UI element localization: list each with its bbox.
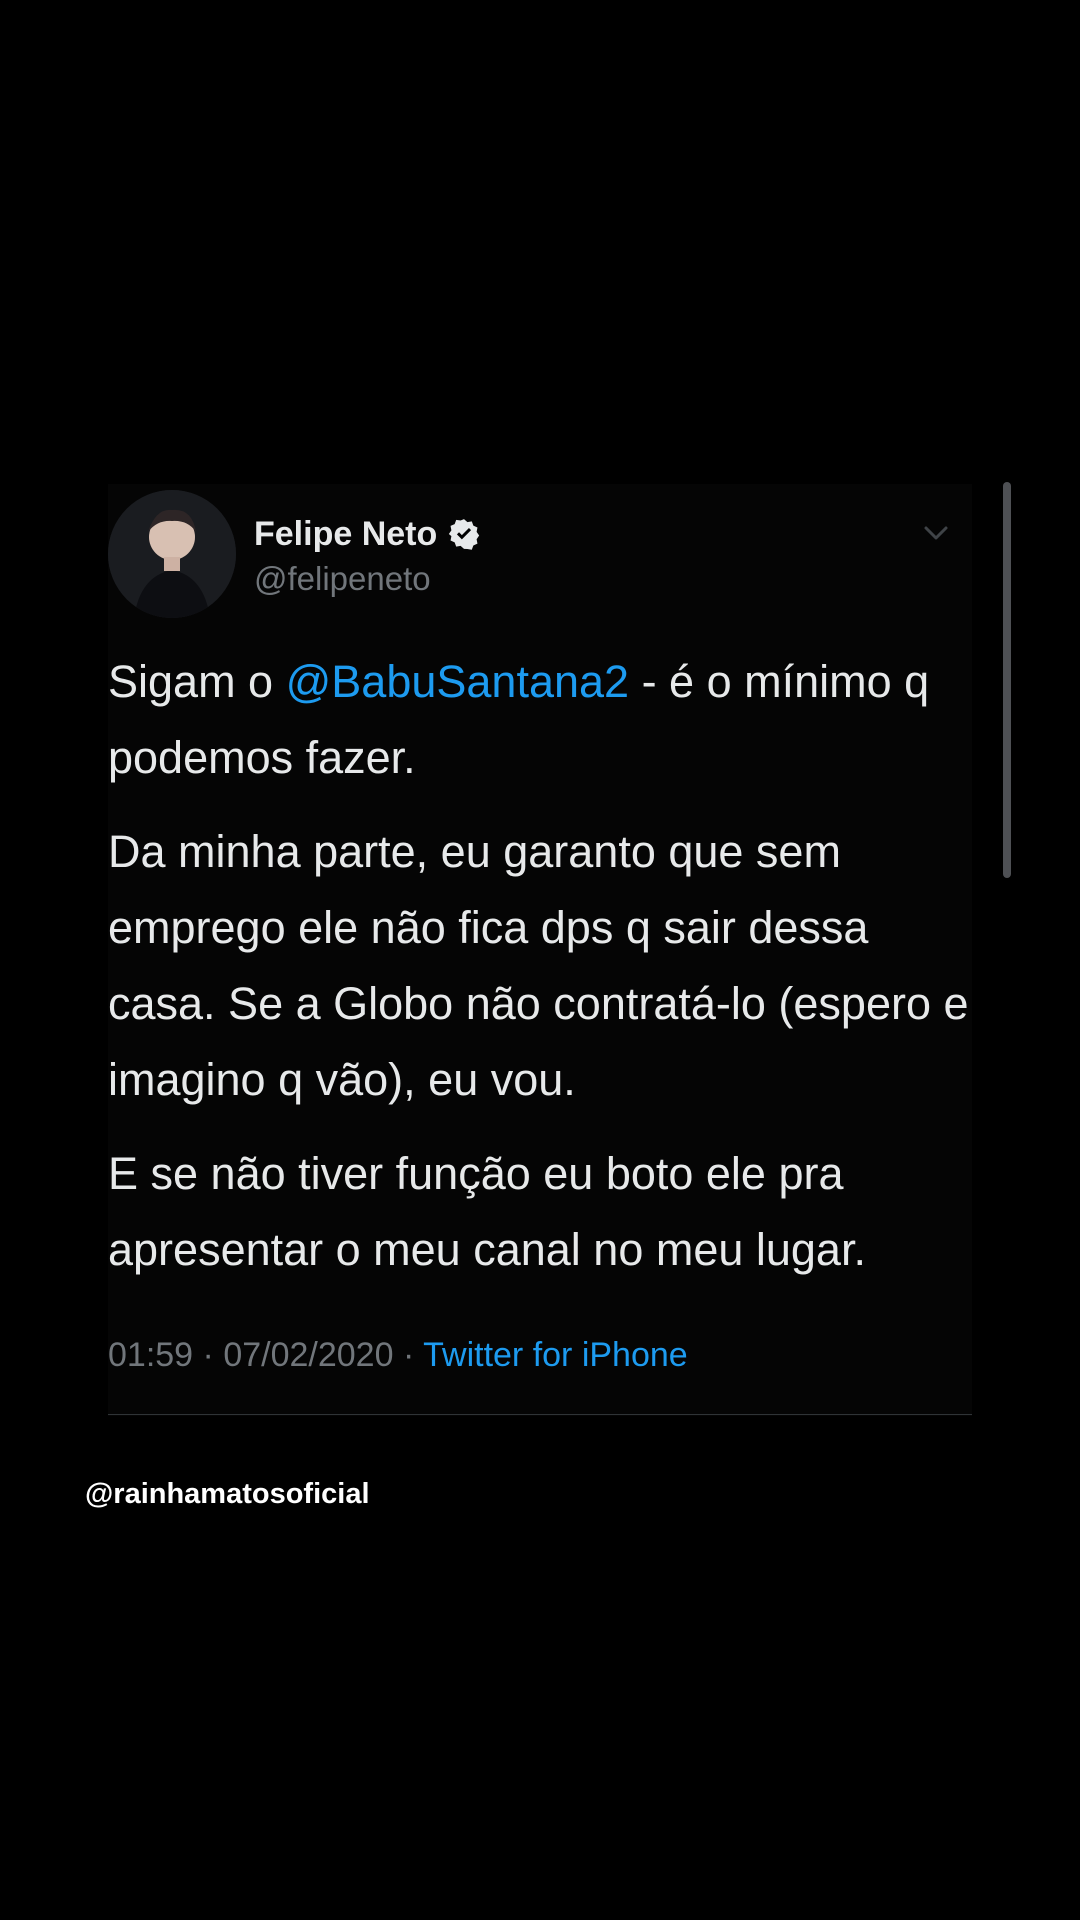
avatar[interactable] xyxy=(108,490,236,618)
tweet-paragraph-1: Sigam o @BabuSantana2 - é o mínimo q pod… xyxy=(108,644,988,796)
author-name[interactable]: Felipe Neto xyxy=(254,515,437,554)
author-row: Felipe Neto xyxy=(254,512,481,556)
tweet-source-link[interactable]: Twitter for iPhone xyxy=(423,1336,688,1374)
meta-separator: · xyxy=(402,1336,415,1374)
tweet-paragraph-2: Da minha parte, eu garanto que sem empre… xyxy=(108,826,969,1105)
meta-separator: · xyxy=(202,1336,214,1374)
tweet-paragraph-3: E se não tiver função eu boto ele pra ap… xyxy=(108,1148,866,1275)
scrollbar[interactable] xyxy=(1003,482,1011,878)
chevron-down-icon[interactable] xyxy=(920,518,952,546)
tweet-date[interactable]: 07/02/2020 xyxy=(223,1336,393,1374)
tweet-text-segment: Sigam o xyxy=(108,656,286,707)
tweet-time[interactable]: 01:59 xyxy=(108,1336,193,1374)
avatar-image xyxy=(108,490,236,618)
tweet-card[interactable]: Felipe Neto @felipeneto Sigam o @BabuSan… xyxy=(108,484,972,1416)
author-handle[interactable]: @felipeneto xyxy=(254,560,431,598)
mention-link[interactable]: @BabuSantana2 xyxy=(286,656,629,707)
tweet-text: Sigam o @BabuSantana2 - é o mínimo q pod… xyxy=(108,644,988,1306)
tweet-meta: 01:59 · 07/02/2020 · Twitter for iPhone xyxy=(108,1336,688,1375)
watermark-handle: @rainhamatosoficial xyxy=(85,1478,370,1510)
verified-badge-icon xyxy=(447,517,481,551)
divider xyxy=(108,1414,972,1415)
